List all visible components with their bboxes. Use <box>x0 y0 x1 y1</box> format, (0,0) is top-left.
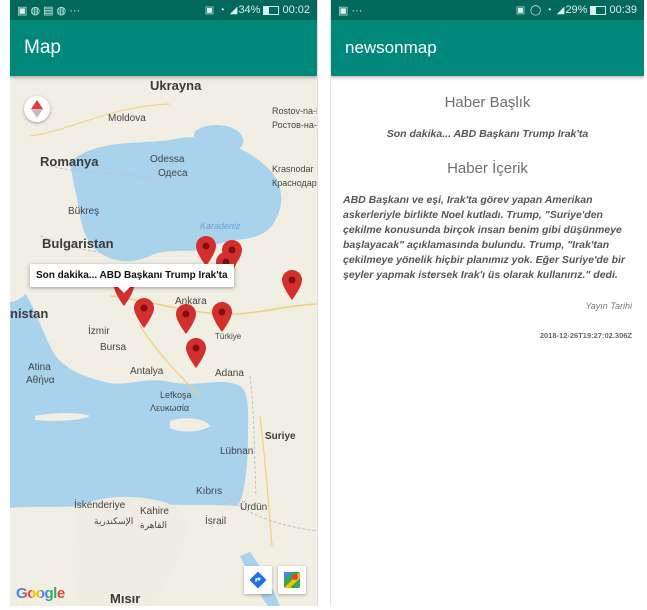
marker-icon <box>196 236 216 266</box>
map-marker[interactable] <box>186 338 206 368</box>
marker-info-window[interactable]: Son dakika... ABD Başkanı Trump Irak'ta <box>30 264 234 293</box>
compass-button[interactable] <box>24 96 50 122</box>
label-athens-gr: Αθήνα <box>26 375 55 386</box>
label-rostov-cyr: Ростов-на-Дону <box>272 120 317 130</box>
label-cairo-ar: القاهرة <box>140 520 167 530</box>
news-title-label: Haber Başlık <box>444 94 531 111</box>
battery-percent: 29% <box>565 4 588 16</box>
label-alexandria: İskenderiye <box>74 500 126 511</box>
clock: 00:02 <box>282 4 310 16</box>
publish-date-label: Yayın Tarihi <box>585 301 632 311</box>
marker-icon <box>186 338 206 368</box>
app-title: Map <box>24 37 61 58</box>
label-romania: Romanya <box>40 154 99 169</box>
news-title-value: Son dakika... ABD Başkanı Trump Irak'ta <box>386 128 589 140</box>
app-title: newsonmap <box>345 38 437 57</box>
google-logo: Google <box>16 585 65 602</box>
label-lebanon: Lübnan <box>220 446 254 457</box>
marker-icon <box>134 298 154 328</box>
news-detail-screen: ▣ ··· ▣ ◯ ◔ ◢ 29% 00:39 newsonmap Haber … <box>330 0 644 606</box>
label-odessa: Odessa <box>150 154 185 165</box>
news-detail: Haber Başlık Son dakika... ABD Başkanı T… <box>331 76 644 350</box>
map-view[interactable]: Ukrayna Moldova Rostov-na-Donu Ростов-на… <box>10 76 317 606</box>
status-bar: ▣ ··· ▣ ◯ ◔ ◢ 29% 00:39 <box>331 0 644 20</box>
label-israel: İsrail <box>205 516 227 527</box>
label-antalya: Antalya <box>130 366 164 377</box>
label-syria: Suriye <box>265 431 296 442</box>
label-ukraine: Ukrayna <box>150 78 202 93</box>
signal-icons: ▣ ◔ ◢ <box>204 4 239 16</box>
label-greece-partial: nistan <box>10 306 49 321</box>
label-nicosia: Lefkoşa <box>160 390 192 400</box>
directions-icon <box>250 572 266 588</box>
label-odessa-cyr: Одеса <box>158 168 188 179</box>
compass-icon <box>31 100 43 118</box>
label-turkey: Türkiye <box>215 332 242 341</box>
label-krasnodar: Krasnodar <box>272 164 314 174</box>
label-alexandria-ar: الإسكندرية <box>94 516 134 526</box>
label-bucharest: Bükreş <box>68 206 100 217</box>
label-egypt: Mısır <box>110 591 141 606</box>
label-jordan: Ürdün <box>240 502 268 513</box>
label-izmir: İzmir <box>88 326 110 337</box>
map-screen: ▣ ◍ ▤ ◍ ··· ▣ ◔ ◢ 34% 00:02 Map Ukrayna … <box>10 0 318 606</box>
label-athens: Atina <box>28 362 51 373</box>
app-bar: newsonmap <box>331 20 644 76</box>
label-rostov: Rostov-na-Donu <box>272 106 317 116</box>
notification-icons: ▣ ◍ ▤ ◍ ··· <box>17 4 81 17</box>
news-content-value: ABD Başkanı ve eşi, Irak'ta görev yapan … <box>343 194 626 281</box>
label-moldova: Moldova <box>108 113 146 124</box>
label-adana: Adana <box>215 368 244 379</box>
map-marker[interactable] <box>282 270 302 300</box>
notification-icons: ▣ ··· <box>338 4 363 17</box>
map-marker[interactable] <box>134 298 154 328</box>
status-bar: ▣ ◍ ▤ ◍ ··· ▣ ◔ ◢ 34% 00:02 <box>10 0 317 20</box>
label-black-sea: Karadeniz <box>200 221 241 231</box>
map-marker[interactable] <box>212 302 232 332</box>
battery-icon <box>263 5 280 15</box>
app-bar: Map <box>10 20 317 76</box>
open-in-maps-button[interactable] <box>278 566 306 594</box>
label-krasnodar-cyr: Краснодар <box>272 178 317 188</box>
map-marker[interactable] <box>176 304 196 334</box>
label-bulgaria: Bulgaristan <box>42 236 114 251</box>
marker-icon <box>212 302 232 332</box>
google-maps-icon <box>284 572 300 588</box>
news-content-label: Haber İçerik <box>447 160 528 177</box>
map-marker[interactable] <box>196 236 216 266</box>
directions-button[interactable] <box>244 566 272 594</box>
marker-icon <box>176 304 196 334</box>
label-bursa: Bursa <box>100 342 127 353</box>
label-cyprus: Kıbrıs <box>196 486 223 497</box>
battery-icon <box>590 5 607 15</box>
publish-date-value: 2018-12-26T19:27:02.306Z <box>539 331 632 340</box>
clock: 00:39 <box>609 4 637 16</box>
label-nicosia-gr: Λευκωσία <box>150 403 190 413</box>
marker-icon <box>282 270 302 300</box>
battery-percent: 34% <box>238 4 261 16</box>
label-cairo: Kahire <box>140 506 169 517</box>
signal-icons: ▣ ◯ ◔ ◢ <box>515 4 566 16</box>
